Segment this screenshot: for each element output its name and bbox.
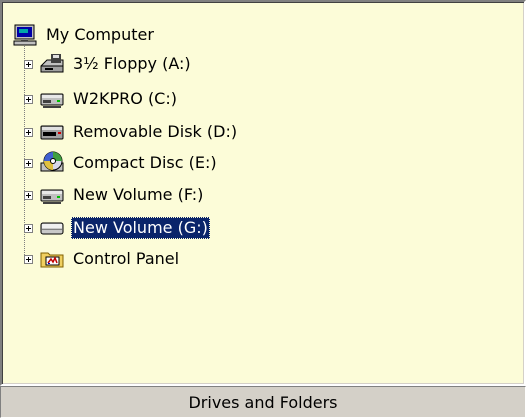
expand-plus-icon[interactable] <box>24 59 33 69</box>
tree-item-label-selected: New Volume (G:) <box>71 217 210 239</box>
status-bar-text: Drives and Folders <box>188 392 338 412</box>
tree-item-cd-e[interactable]: Compact Disc (E:) <box>24 148 219 178</box>
tree-item-drive-c[interactable]: W2KPRO (C:) <box>24 84 179 114</box>
hard-drive-icon <box>40 93 64 108</box>
tree-item-label: Removable Disk (D:) <box>73 122 238 141</box>
tree-item-label: New Volume (F:) <box>73 185 204 204</box>
tree-item-label: Control Panel <box>73 249 180 268</box>
drives-tree-view[interactable]: My Computer 3½ Floppy (A:) W2KPRO (C:) R… <box>0 0 526 386</box>
tree-item-control-panel[interactable]: Control Panel <box>24 244 181 274</box>
status-bar: Drives and Folders <box>0 386 526 418</box>
tree-item-volume-g[interactable]: New Volume (G:) <box>24 213 210 243</box>
drive-browser-window: My Computer 3½ Floppy (A:) W2KPRO (C:) R… <box>0 0 526 418</box>
computer-icon <box>13 24 37 46</box>
tree-item-my-computer[interactable]: My Computer <box>12 20 156 50</box>
tree-item-removable-d[interactable]: Removable Disk (D:) <box>24 117 239 147</box>
expand-plus-icon[interactable] <box>24 223 33 233</box>
control-panel-icon <box>40 252 64 268</box>
expand-plus-icon[interactable] <box>24 127 33 137</box>
tree-item-floppy-a[interactable]: 3½ Floppy (A:) <box>24 49 193 79</box>
tree-item-label: Compact Disc (E:) <box>73 153 217 172</box>
drive-icon <box>40 222 64 235</box>
tree-item-volume-f[interactable]: New Volume (F:) <box>24 180 205 210</box>
expand-plus-icon[interactable] <box>24 190 33 200</box>
tree-item-label: W2KPRO (C:) <box>73 89 177 108</box>
tree-item-label: 3½ Floppy (A:) <box>73 54 191 73</box>
expand-plus-icon[interactable] <box>24 94 33 104</box>
floppy-drive-icon <box>40 54 64 73</box>
expand-plus-icon[interactable] <box>24 254 33 264</box>
hard-drive-icon <box>40 189 64 204</box>
removable-disk-icon <box>40 125 64 140</box>
tree-item-label: My Computer <box>46 25 154 44</box>
cd-drive-icon <box>40 151 64 172</box>
expand-plus-icon[interactable] <box>24 158 33 168</box>
